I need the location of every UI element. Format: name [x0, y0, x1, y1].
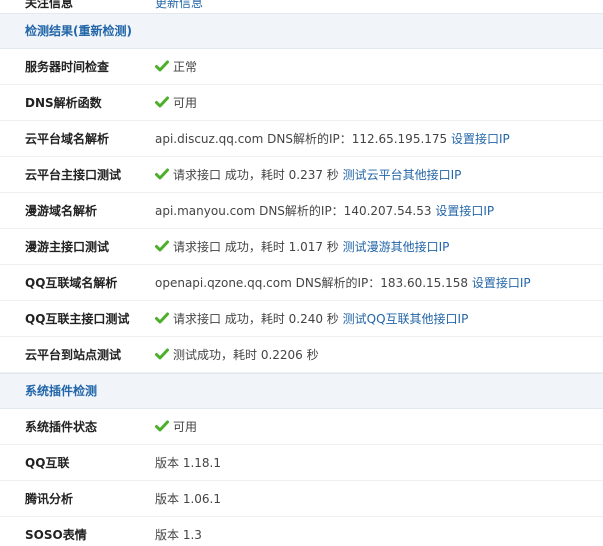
status-row: 云平台主接口测试 请求接口 成功，耗时 0.237 秒 测试云平台其他接口IP: [0, 157, 603, 193]
row-value: 请求接口 成功，耗时 0.240 秒 测试QQ互联其他接口IP: [155, 301, 468, 337]
row-value: 版本 1.3: [155, 517, 202, 546]
check-icon: [155, 168, 169, 180]
top-row-label: 关注信息: [25, 0, 74, 10]
row-label: QQ互联主接口测试: [25, 312, 130, 326]
row-value-text: 请求接口 成功，耗时 0.240 秒: [173, 312, 339, 326]
section-title-detect[interactable]: 检测结果(重新检测): [25, 14, 132, 48]
row-value-text: api.discuz.qq.com DNS解析的IP：112.65.195.17…: [155, 132, 448, 146]
status-row: 漫游主接口测试 请求接口 成功，耗时 1.017 秒 测试漫游其他接口IP: [0, 229, 603, 265]
status-row: QQ互联 版本 1.18.1: [0, 445, 603, 481]
row-action-link[interactable]: 测试云平台其他接口IP: [343, 168, 462, 182]
row-value-text: 可用: [173, 420, 198, 434]
section-plugin-check: 系统插件检测: [0, 373, 603, 409]
check-icon: [155, 420, 169, 432]
check-icon: [155, 312, 169, 324]
status-row: 云平台域名解析 api.discuz.qq.com DNS解析的IP：112.65…: [0, 121, 603, 157]
row-value: 正常: [155, 49, 197, 85]
row-action-link[interactable]: 设置接口IP: [451, 132, 510, 146]
row-label: DNS解析函数: [25, 96, 102, 110]
row-label: 漫游主接口测试: [25, 240, 110, 254]
check-icon: [155, 96, 169, 108]
row-label: 云平台域名解析: [25, 132, 110, 146]
status-row: QQ互联域名解析 openapi.qzone.qq.com DNS解析的IP：18…: [0, 265, 603, 301]
check-icon: [155, 60, 169, 72]
status-row: DNS解析函数 可用: [0, 85, 603, 121]
status-row: 服务器时间检查 正常: [0, 49, 603, 85]
row-label: 系统插件状态: [25, 420, 98, 434]
row-value-text: openapi.qzone.qq.com DNS解析的IP：183.60.15.…: [155, 276, 469, 290]
row-value: 可用: [155, 409, 197, 445]
row-label: SOSO表情: [25, 528, 87, 542]
row-value-text: 版本 1.3: [155, 528, 202, 542]
row-value: 请求接口 成功，耗时 0.237 秒 测试云平台其他接口IP: [155, 157, 461, 193]
row-value-text: 版本 1.06.1: [155, 492, 221, 506]
row-action-link[interactable]: 测试漫游其他接口IP: [343, 240, 450, 254]
top-row-link[interactable]: 更新信息: [155, 0, 203, 11]
status-row: 系统插件状态 可用: [0, 409, 603, 445]
row-label: 漫游域名解析: [25, 204, 98, 218]
status-row: 腾讯分析 版本 1.06.1: [0, 481, 603, 517]
row-label: QQ互联域名解析: [25, 276, 118, 290]
row-value-text: 正常: [173, 60, 198, 74]
status-row: 漫游域名解析 api.manyou.com DNS解析的IP：140.207.54…: [0, 193, 603, 229]
row-label: 腾讯分析: [25, 492, 74, 506]
row-value: openapi.qzone.qq.com DNS解析的IP：183.60.15.…: [155, 265, 531, 301]
status-row: QQ互联主接口测试 请求接口 成功，耗时 0.240 秒 测试QQ互联其他接口IP: [0, 301, 603, 337]
row-action-link[interactable]: 设置接口IP: [435, 204, 494, 218]
row-label: 服务器时间检查: [25, 60, 110, 74]
row-label: 云平台到站点测试: [25, 348, 122, 362]
row-value: 版本 1.06.1: [155, 481, 221, 517]
row-value-text: 测试成功，耗时 0.2206 秒: [173, 348, 319, 362]
row-label: QQ互联: [25, 456, 70, 470]
row-label: 云平台主接口测试: [25, 168, 122, 182]
row-value-text: 请求接口 成功，耗时 0.237 秒: [173, 168, 339, 182]
row-value-text: 请求接口 成功，耗时 1.017 秒: [173, 240, 339, 254]
row-value-text: 版本 1.18.1: [155, 456, 221, 470]
row-value: api.discuz.qq.com DNS解析的IP：112.65.195.17…: [155, 121, 510, 157]
section-detect-results: 检测结果(重新检测): [0, 13, 603, 49]
row-value-text: api.manyou.com DNS解析的IP：140.207.54.53: [155, 204, 432, 218]
top-partial-row: 关注信息 更新信息: [0, 0, 603, 12]
check-icon: [155, 240, 169, 252]
status-row: SOSO表情 版本 1.3: [0, 517, 603, 546]
check-icon: [155, 348, 169, 360]
row-action-link[interactable]: 设置接口IP: [472, 276, 531, 290]
row-value: 测试成功，耗时 0.2206 秒: [155, 337, 319, 373]
row-action-link[interactable]: 测试QQ互联其他接口IP: [343, 312, 469, 326]
row-value-text: 可用: [173, 96, 198, 110]
section-title-plugins: 系统插件检测: [25, 384, 98, 398]
row-value: 可用: [155, 85, 197, 121]
row-value: 请求接口 成功，耗时 1.017 秒 测试漫游其他接口IP: [155, 229, 449, 265]
row-value: 版本 1.18.1: [155, 445, 221, 481]
cloud-diagnostics-panel: 关注信息 更新信息 检测结果(重新检测) 服务器时间检查 正常 DNS解析函数 可用云…: [0, 0, 603, 546]
row-value: api.manyou.com DNS解析的IP：140.207.54.53 设置…: [155, 193, 494, 229]
status-row: 云平台到站点测试 测试成功，耗时 0.2206 秒: [0, 337, 603, 373]
